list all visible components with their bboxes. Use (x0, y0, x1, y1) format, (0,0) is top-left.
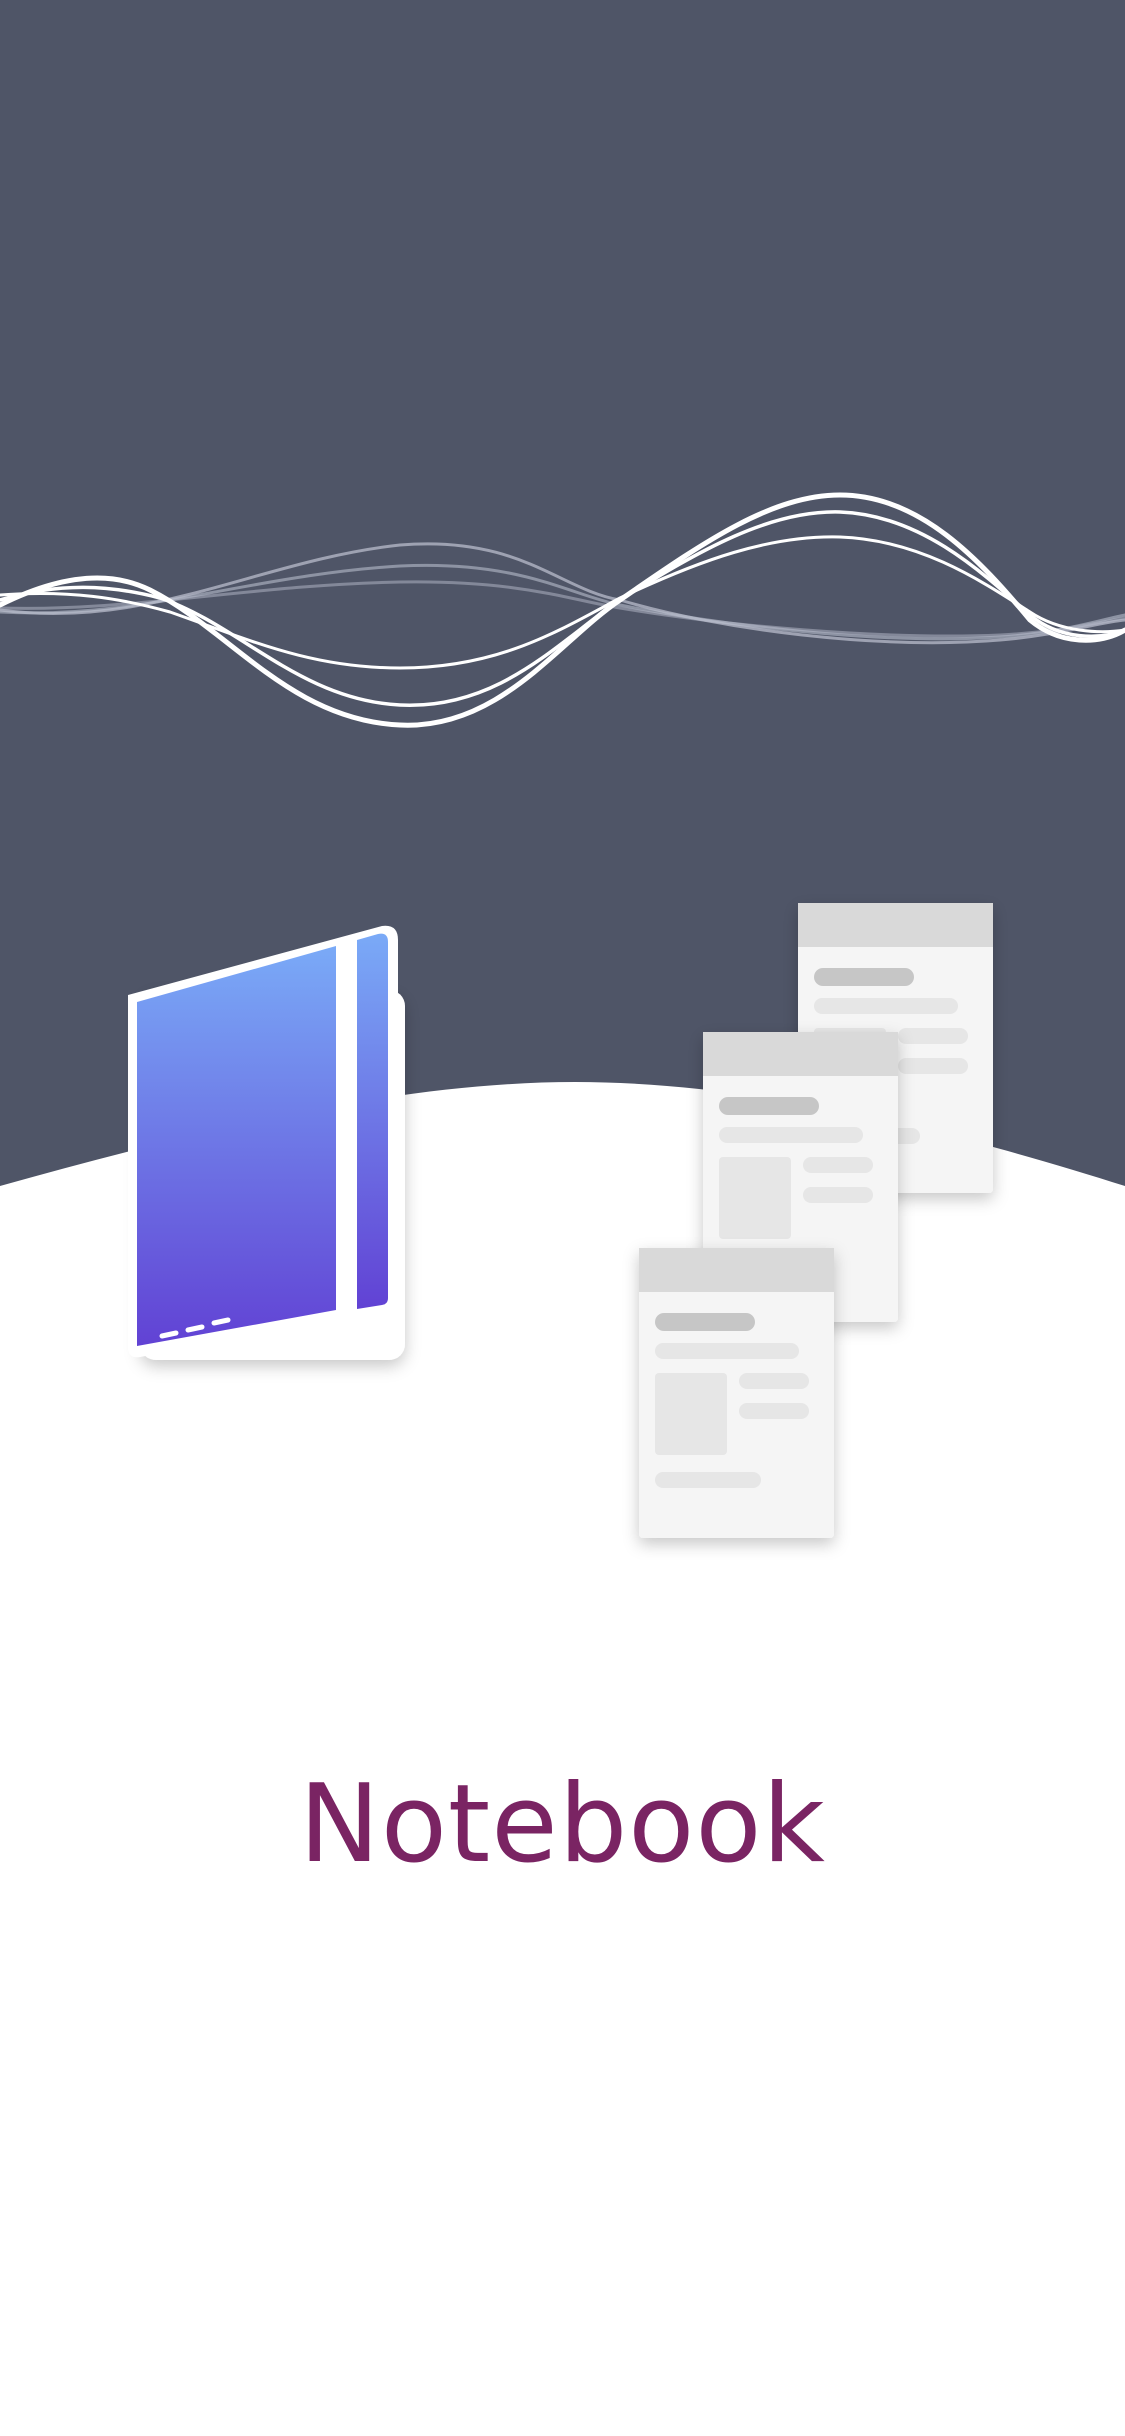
app-title: Notebook (299, 1762, 826, 1887)
page-card-front (639, 1248, 834, 1538)
notebook-icon (128, 925, 405, 1360)
hero-illustration (0, 0, 1125, 1538)
splash-screen: Notebook (0, 0, 1125, 2436)
